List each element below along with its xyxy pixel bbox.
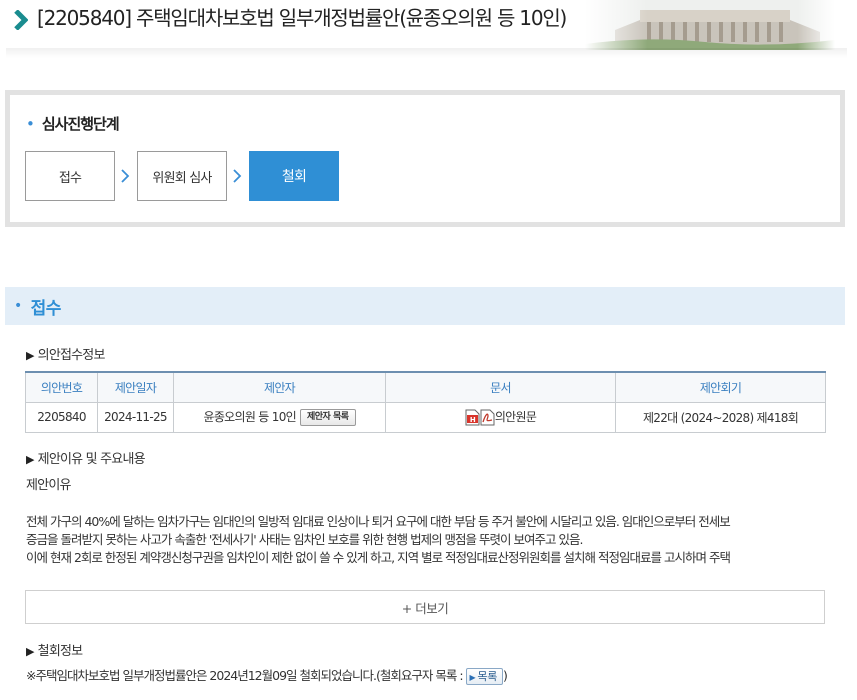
stage-step-committee-review: 위원회 심사 xyxy=(137,151,227,201)
receipt-info-table: 의안번호 제안일자 제안자 문서 제안회기 2205840 2024-11-25… xyxy=(25,371,826,433)
reason-heading: ▶ 제안이유 및 주요내용 xyxy=(26,448,146,467)
withdrawal-note: ※주택임대차보호법 일부개정법률안은 2024년12월09일 철회되었습니다.(… xyxy=(26,666,508,686)
stage-step-received: 접수 xyxy=(25,151,115,201)
withdrawal-note-text: ※주택임대차보호법 일부개정법률안은 2024년12월09일 철회되었습니다.(… xyxy=(26,668,464,683)
session-cell: 제22대 (2024~2028) 제418회 xyxy=(615,401,826,433)
title-bar: [2205840] 주택임대차보호법 일부개정법률안(윤종오의원 등 10인) xyxy=(0,0,857,50)
stage-step-withdrawn: 철회 xyxy=(249,151,339,201)
pdf-document-icon[interactable] xyxy=(480,409,495,426)
stage-heading: • 심사진행단계 xyxy=(26,113,120,134)
proposer-cell: 윤종오의원 등 10인 제안자 목록 xyxy=(173,401,386,433)
svg-text:H: H xyxy=(470,416,476,424)
table-header-row: 의안번호 제안일자 제안자 문서 제안회기 xyxy=(25,372,826,403)
bullet-icon: • xyxy=(14,298,22,314)
bullet-icon: • xyxy=(26,115,35,133)
section-title: 접수 xyxy=(30,298,62,319)
receipt-info-heading: ▶ 의안접수정보 xyxy=(26,344,105,363)
reason-text: 전체 가구의 40%에 달하는 임차가구는 임대인의 일방적 임대료 인상이나 … xyxy=(26,513,826,567)
chevron-right-icon xyxy=(233,169,242,183)
column-header: 제안회기 xyxy=(615,372,826,403)
column-header: 제안일자 xyxy=(97,372,174,403)
triangle-right-icon: ▶ xyxy=(26,453,34,466)
proposer-name: 윤종오의원 등 10인 xyxy=(203,410,296,424)
chevron-right-icon xyxy=(121,169,130,183)
column-header: 문서 xyxy=(385,372,616,403)
triangle-right-icon: ▶ xyxy=(26,645,34,658)
table-row: 2205840 2024-11-25 윤종오의원 등 10인 제안자 목록 H 의… xyxy=(25,401,826,433)
receipt-info-heading-label: 의안접수정보 xyxy=(37,348,106,363)
document-link[interactable]: 의안원문 xyxy=(495,410,537,424)
withdrawal-requester-list-button[interactable]: ▶ 목록 xyxy=(465,668,504,685)
proposer-list-button[interactable]: 제안자 목록 xyxy=(299,409,356,426)
stage-heading-label: 심사진행단계 xyxy=(41,115,120,133)
reason-line: 이에 현재 2회로 한정된 계약갱신청구권을 임차인이 제한 없이 쓸 수 있게… xyxy=(26,550,731,565)
section-header-received: • 접수 xyxy=(5,287,845,325)
list-button-label: 목록 xyxy=(477,670,498,683)
column-header: 제안자 xyxy=(173,372,386,403)
review-stage-panel: • 심사진행단계 접수 위원회 심사 철회 xyxy=(5,90,845,227)
triangle-right-icon: ▶ xyxy=(26,349,34,362)
proposal-date-cell: 2024-11-25 xyxy=(97,401,174,433)
bill-number-cell: 2205840 xyxy=(25,401,98,433)
triangle-right-icon: ▶ xyxy=(469,673,476,682)
document-cell: H 의안원문 xyxy=(385,401,616,433)
national-assembly-building-image xyxy=(585,0,835,50)
page-title: [2205840] 주택임대차보호법 일부개정법률안(윤종오의원 등 10인) xyxy=(37,6,567,30)
column-header: 의안번호 xyxy=(25,372,98,403)
title-divider xyxy=(6,48,847,58)
chevron-right-icon xyxy=(14,10,28,30)
withdrawal-heading-label: 철회정보 xyxy=(37,644,83,659)
reason-line: 증금을 돌려받지 못하는 사고가 속출한 '전세사기' 사태는 임차인 보호를 … xyxy=(26,532,583,547)
closing-paren: ) xyxy=(503,668,508,683)
withdrawal-heading: ▶ 철회정보 xyxy=(26,640,83,659)
reason-heading-label: 제안이유 및 주요내용 xyxy=(37,452,146,467)
reason-line: 전체 가구의 40%에 달하는 임차가구는 임대인의 일방적 임대료 인상이나 … xyxy=(26,514,731,529)
reason-label: 제안이유 xyxy=(26,478,71,493)
hwp-document-icon[interactable]: H xyxy=(465,409,480,426)
show-more-button[interactable]: + 더보기 xyxy=(25,590,825,624)
